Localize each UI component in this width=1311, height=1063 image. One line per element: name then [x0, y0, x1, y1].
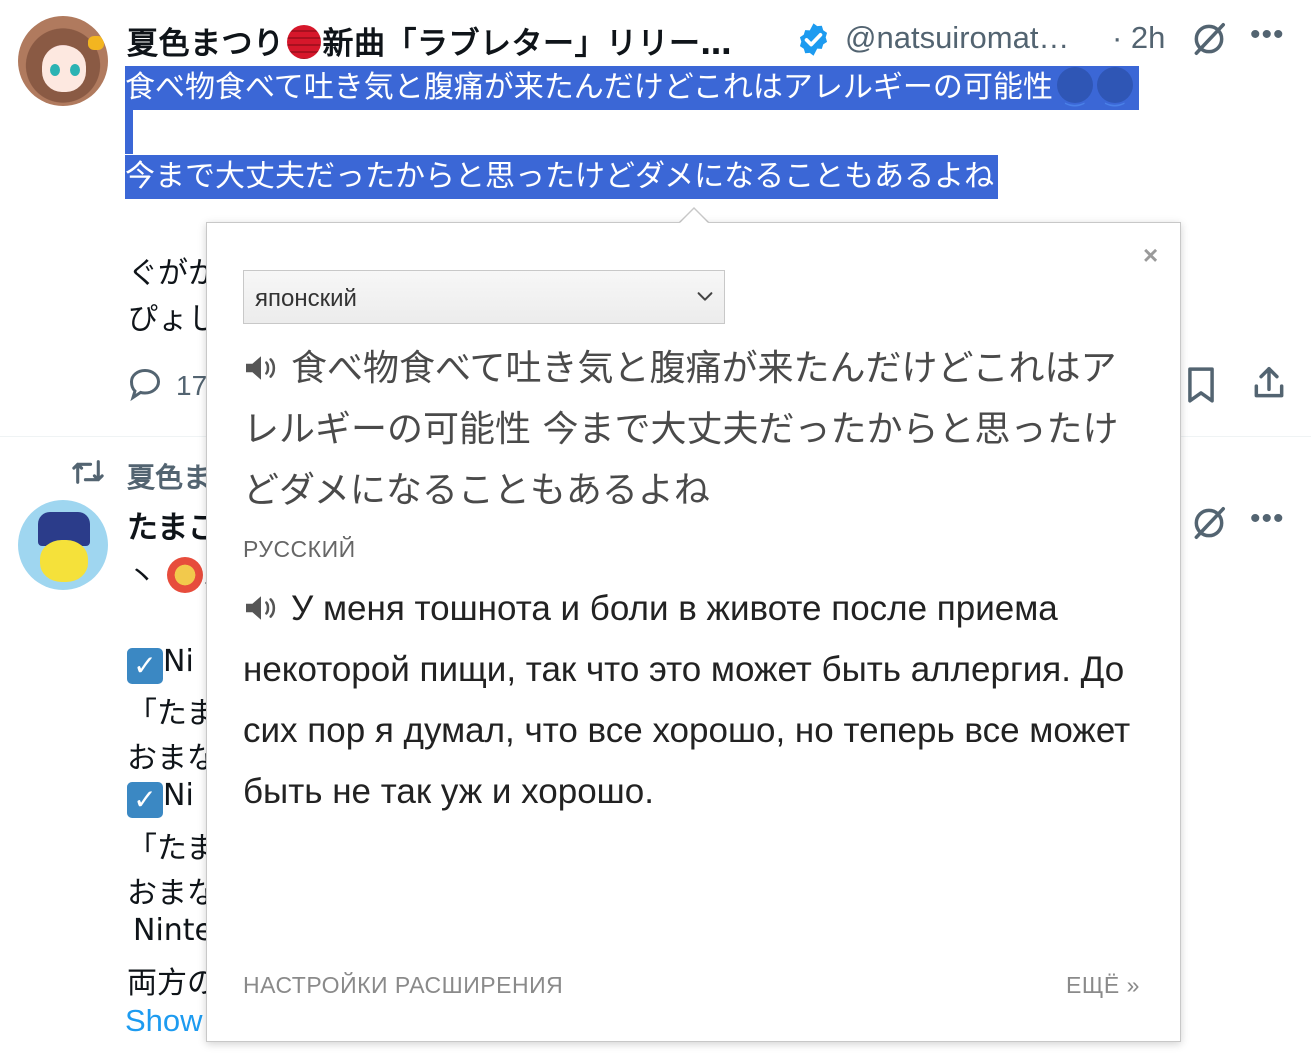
- reply-count: 17: [176, 370, 208, 401]
- tweet-text-partial: ぐがか: [128, 256, 218, 291]
- check-box-emoji-icon: ✓: [127, 648, 163, 684]
- source-language-select[interactable]: японский: [243, 270, 725, 324]
- avatar-eye: [70, 64, 80, 76]
- show-more-link[interactable]: Show: [125, 1003, 203, 1039]
- translation-text-block: У меня тошнота и боли в животе после при…: [243, 578, 1143, 822]
- tweet-text-line: 両方の: [127, 966, 217, 1001]
- grok-icon[interactable]: [1190, 20, 1228, 58]
- bookmark-icon[interactable]: [1184, 366, 1218, 404]
- tweet-text-line: Ninte: [133, 913, 214, 948]
- more-icon[interactable]: •••: [1250, 502, 1285, 536]
- source-text: 食べ物食べて吐き気と腹痛が来たんだけどこれはアレルギーの可能性 今まで大丈夫だっ…: [243, 348, 1119, 511]
- tweet-text: Ni: [163, 644, 194, 679]
- author-handle[interactable]: @natsuiromat…: [845, 20, 1069, 56]
- selected-text: 食べ物食べて吐き気と腹痛が来たんだけどこれはアレルギーの可能性: [125, 70, 1053, 105]
- author-name-part1: 夏色まつり: [127, 26, 285, 62]
- selected-text-line: 今まで大丈夫だったからと思ったけどダメになることもあるよね: [125, 155, 999, 199]
- share-icon[interactable]: [1250, 364, 1288, 402]
- tweet-text: 丶: [127, 560, 157, 595]
- more-icon[interactable]: •••: [1250, 18, 1285, 52]
- post-time[interactable]: · 2h: [1112, 20, 1165, 56]
- author-name[interactable]: 夏色まつり 新曲「ラブレター」リリー…: [127, 18, 732, 63]
- selected-blank-line: [125, 110, 133, 154]
- author-avatar[interactable]: [18, 500, 108, 590]
- grok-icon[interactable]: [1190, 504, 1228, 542]
- check-box-emoji-icon: ✓: [127, 782, 163, 818]
- tweet-text-line: 「たま: [127, 696, 217, 731]
- avatar-eye: [50, 64, 60, 76]
- extension-settings-link[interactable]: НАСТРОЙКИ РАСШИРЕНИЯ: [243, 972, 563, 999]
- tweet-text-line: 「たま: [127, 831, 217, 866]
- chevron-down-icon: [697, 292, 713, 301]
- smile-emoji-icon: [1056, 67, 1093, 117]
- target-language-label: РУССКИЙ: [243, 536, 356, 562]
- avatar-head: [40, 540, 88, 582]
- speaker-icon[interactable]: [243, 353, 279, 383]
- retweet-icon: [72, 460, 104, 484]
- reply-icon[interactable]: [127, 366, 163, 402]
- tweet-text-line: おまな: [127, 876, 217, 911]
- popup-arrow: [680, 209, 708, 223]
- retweeted-by-label[interactable]: 夏色ま: [127, 456, 211, 496]
- source-language-value: японский: [255, 285, 357, 312]
- party-emoji-icon: [166, 557, 203, 593]
- avatar-bow: [88, 36, 104, 50]
- verified-badge-icon: [799, 23, 828, 56]
- smile-emoji-icon: [1096, 67, 1133, 117]
- tweet-text: Ni: [163, 778, 194, 813]
- more-link[interactable]: ЕЩЁ »: [1066, 972, 1140, 999]
- author-name-part2: 新曲「ラブレター」リリー…: [322, 26, 732, 62]
- speaker-icon[interactable]: [243, 593, 279, 623]
- selected-text-line: 食べ物食べて吐き気と腹痛が来たんだけどこれはアレルギーの可能性: [125, 66, 1139, 117]
- tweet-text-line: ✓ Ni: [127, 778, 194, 818]
- tweet-text-line: おまな: [127, 741, 217, 776]
- translation-text: У меня тошнота и боли в животе после при…: [243, 589, 1131, 811]
- close-button[interactable]: ×: [1143, 240, 1158, 271]
- source-text-block: 食べ物食べて吐き気と腹痛が来たんだけどこれはアレルギーの可能性 今まで大丈夫だっ…: [243, 338, 1123, 521]
- tweet-text-line: ✓ Ni: [127, 644, 194, 684]
- author-avatar[interactable]: [18, 16, 108, 106]
- lantern-icon: [286, 25, 321, 59]
